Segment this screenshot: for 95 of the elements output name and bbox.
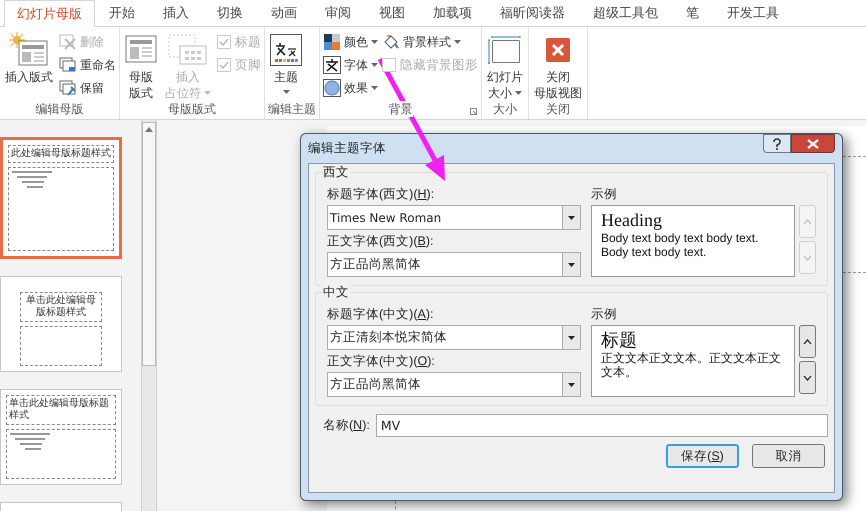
ribbon-tab[interactable]: 加载项	[419, 0, 486, 26]
dropdown-caret-icon	[371, 63, 378, 67]
checkbox-label: 页脚	[235, 56, 261, 74]
ribbon-button[interactable]: 主题	[268, 31, 304, 101]
slide-thumbnail[interactable]: 单击此处编辑母版标题样式	[0, 276, 122, 372]
font-dropdown[interactable]: 方正品尚黑简体	[327, 372, 581, 397]
check-icon	[219, 38, 229, 46]
ribbon-tab[interactable]: 笔	[672, 0, 713, 26]
placeholder-icon	[168, 34, 208, 66]
dropdown-arrow-icon	[568, 382, 575, 386]
dialog-launcher-icon[interactable]	[470, 108, 477, 115]
thumbnail-title: 单击此处编辑母版标题样式	[6, 395, 116, 425]
preview-body: Body text body text body text. Body text body text.	[601, 231, 760, 259]
dropdown-caret-icon	[204, 91, 211, 95]
slide-thumbnail[interactable]: 此处编辑母版标题样式	[0, 137, 122, 259]
ribbon-tab[interactable]: 动画	[257, 0, 311, 26]
font-dropdown[interactable]: Times New Roman	[327, 205, 581, 230]
font-icon	[323, 56, 341, 74]
group-label: 编辑主题	[268, 101, 316, 117]
font-dropdown[interactable]: 方正品尚黑简体	[327, 252, 581, 277]
dropdown-arrow-icon	[568, 216, 575, 220]
layout-icon	[125, 35, 157, 65]
scroll-button[interactable]	[799, 325, 816, 358]
close-icon	[807, 138, 819, 148]
dropdown-caret-icon	[371, 40, 378, 44]
group-label: 母版版式	[168, 101, 216, 117]
ribbon-button[interactable]: 字体	[323, 54, 378, 76]
preview-body: 正文文本正文文本。正文文本正文文本。	[601, 351, 782, 379]
ribbon-tab[interactable]: 插入	[149, 0, 203, 26]
preview-heading: 标题	[601, 329, 638, 351]
dropdown-caret-icon	[454, 40, 461, 44]
ribbon-tab[interactable]: 超级工具包	[579, 0, 672, 26]
layout-sparkle-icon	[9, 32, 49, 68]
field-label: 正文字体(西文)(B):	[327, 233, 434, 250]
group-label: 大小	[493, 101, 517, 117]
field-label: 标题字体(西文)(H):	[327, 186, 436, 203]
field-label: 名称(N):	[323, 417, 370, 434]
theme-icon	[270, 34, 302, 66]
dialog-button[interactable]: 保存(S)	[666, 444, 739, 468]
chevron-icon	[803, 374, 812, 380]
help-icon	[772, 138, 782, 150]
dropdown-arrow-icon	[568, 262, 575, 266]
field-label: 标题字体(中文)(A):	[327, 306, 434, 323]
group-label: 关闭	[546, 101, 570, 117]
ribbon-tab[interactable]: 切换	[203, 0, 257, 26]
group-label: 背景	[388, 101, 412, 117]
help-button[interactable]	[763, 134, 791, 153]
dropdown-caret-icon	[515, 91, 522, 95]
ribbon-button[interactable]: 插入版式	[3, 31, 55, 101]
dropdown-caret-icon	[282, 90, 290, 94]
slide-size-icon	[488, 36, 522, 64]
font-dropdown[interactable]: 方正清刻本悦宋简体	[327, 325, 581, 350]
field-label: 示例	[591, 306, 618, 323]
field-label: 正文字体(中文)(O):	[327, 353, 436, 370]
dropdown-caret-icon	[371, 86, 378, 90]
ribbon-tab[interactable]: 福昕阅读器	[486, 0, 579, 26]
slide-delete-icon	[59, 34, 77, 50]
ribbon-tab[interactable]: 开始	[95, 0, 149, 26]
group-label: 编辑母版	[36, 101, 84, 117]
ribbon-tab[interactable]: 开发工具	[713, 0, 793, 26]
scrollbar[interactable]	[141, 120, 157, 511]
thumbnail-title: 此处编辑母版标题样式	[8, 145, 114, 163]
ribbon-button[interactable]: 效果	[323, 77, 378, 99]
slide-rename-icon	[59, 57, 77, 73]
name-field[interactable]: MV	[376, 414, 828, 437]
checkbox-label: 隐藏背景图形	[400, 56, 478, 74]
checkbox-label: 标题	[235, 34, 261, 51]
ribbon-tab[interactable]: 视图	[365, 0, 419, 26]
chevron-icon	[803, 338, 812, 344]
dialog-title: 编辑主题字体	[308, 140, 386, 158]
slide-thumbnail[interactable]: 单击此处编辑母版标题样式	[0, 389, 122, 485]
effects-circle-icon	[323, 79, 341, 97]
dropdown-arrow-icon	[568, 336, 575, 340]
ribbon-button[interactable]: 颜色	[323, 31, 378, 53]
ribbon-button[interactable]: 母版 版式	[123, 31, 159, 101]
color-swatch-icon	[323, 33, 341, 51]
dialog-button[interactable]: 取消	[752, 444, 825, 468]
ribbon-tab[interactable]: 审阅	[311, 0, 365, 26]
field-label: 示例	[591, 186, 618, 203]
group-heading: 中文	[322, 284, 350, 300]
slide-pin-icon	[59, 80, 77, 96]
scroll-button[interactable]	[799, 361, 816, 394]
preview-heading: Heading	[601, 209, 663, 231]
ribbon-button[interactable]: 幻灯片 大小	[485, 31, 525, 101]
chevron-icon	[803, 254, 812, 260]
paint-bucket-icon	[382, 33, 400, 51]
ribbon-tab[interactable]: 幻灯片母版	[4, 0, 95, 27]
close-button[interactable]	[791, 134, 835, 153]
close-icon	[546, 38, 570, 62]
group-heading: 西文	[322, 164, 350, 180]
chevron-icon	[803, 218, 812, 224]
thumbnail-title: 单击此处编辑母版标题样式	[20, 292, 102, 322]
ribbon-button[interactable]: 关闭 母版视图	[532, 31, 584, 101]
check-icon	[219, 61, 229, 69]
scroll-up-icon[interactable]	[145, 127, 153, 132]
